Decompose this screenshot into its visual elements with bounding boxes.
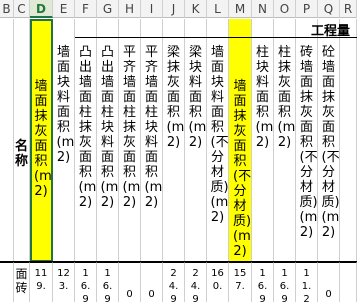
- column-header-h[interactable]: H: [119, 0, 141, 18]
- data-cell-r[interactable]: [340, 262, 357, 302]
- header-label: 梁块料面积(m2): [188, 45, 207, 150]
- cell-value: 0: [126, 289, 133, 300]
- header-cell-p[interactable]: 砖墙面抹灰面积(不分材质)(m2): [296, 19, 318, 262]
- header-label: 砼墙面抹灰面积(不分材质)(m2): [321, 45, 340, 240]
- column-header-k[interactable]: K: [185, 0, 207, 18]
- spreadsheet: BCDEFGHIJKLMNOPQR 名称 墙面抹灰面积(m2) 墙面块料面积(m2)…: [0, 0, 357, 305]
- data-cell-g[interactable]: 16.9: [97, 262, 119, 305]
- header-label: 凸出墙面柱抹灰面积(m2): [78, 45, 97, 210]
- cell-value: 24.9: [168, 268, 179, 305]
- header-label: 墙面抹灰面积(不分材质)(m2): [233, 79, 252, 259]
- column-header-m[interactable]: M: [229, 0, 252, 18]
- cell-value: 11.2: [301, 268, 312, 305]
- cell-value: 119.: [34, 268, 48, 292]
- header-cell-h[interactable]: 平齐墙面柱抹灰面积(m2): [119, 19, 141, 262]
- data-cell-o[interactable]: 16.9: [274, 262, 296, 305]
- data-cell-n[interactable]: 16.9: [252, 262, 274, 305]
- header-label: 墙面抹灰面积(m2): [34, 79, 52, 199]
- cell-value: 16.9: [102, 268, 113, 305]
- column-header-p[interactable]: P: [296, 0, 318, 18]
- column-header-d[interactable]: D: [30, 0, 53, 18]
- column-header-b[interactable]: B: [0, 0, 14, 18]
- header-label: 墙面块料面积(m2): [56, 45, 75, 165]
- header-cell-i[interactable]: 平齐墙面柱块料面积(m2): [141, 19, 163, 262]
- header-cell-l[interactable]: 墙面块料面积(不分材质)(m2): [207, 19, 229, 262]
- header-cell-c[interactable]: 名称: [14, 19, 30, 262]
- data-cell-l[interactable]: 160.: [207, 262, 229, 302]
- header-cell-m[interactable]: 墙面抹灰面积(不分材质)(m2): [229, 19, 252, 262]
- header-label: 名称: [14, 139, 28, 169]
- data-cell-e[interactable]: 123.: [53, 262, 75, 302]
- column-header-l[interactable]: L: [207, 0, 229, 18]
- data-cell-j[interactable]: 24.9: [163, 262, 185, 305]
- column-header-j[interactable]: J: [163, 0, 185, 18]
- column-header-g[interactable]: G: [97, 0, 119, 18]
- header-cell-r[interactable]: [340, 19, 357, 262]
- header-label: 梁抹灰面积(m2): [166, 45, 185, 150]
- column-header-c[interactable]: C: [14, 0, 30, 18]
- header-label: 平齐墙面柱抹灰面积(m2): [122, 45, 141, 210]
- column-header-f[interactable]: F: [75, 0, 97, 18]
- header-label: 柱抹灰面积(m2): [277, 45, 296, 150]
- header-label: 凸出墙面柱块料面积(m2): [100, 45, 119, 210]
- header-cell-k[interactable]: 梁块料面积(m2): [185, 19, 207, 262]
- cell-value: 24.9: [190, 268, 201, 305]
- column-header-n[interactable]: N: [252, 0, 274, 18]
- header-cell-j[interactable]: 梁抹灰面积(m2): [163, 19, 185, 262]
- data-cell-q[interactable]: 0: [318, 262, 340, 302]
- data-cell-b[interactable]: [0, 262, 14, 302]
- header-cell-g[interactable]: 凸出墙面柱块料面积(m2): [97, 19, 119, 262]
- cell-value: 123.: [57, 268, 70, 292]
- header-cell-q[interactable]: 砼墙面抹灰面积(不分材质)(m2): [318, 19, 340, 262]
- header-cell-b[interactable]: [0, 19, 14, 262]
- column-header-e[interactable]: E: [53, 0, 75, 18]
- column-header-o[interactable]: O: [274, 0, 296, 18]
- data-cell-m[interactable]: 157.: [229, 262, 252, 302]
- cell-value: 0: [148, 289, 155, 300]
- column-header-q[interactable]: Q: [318, 0, 340, 18]
- header-cell-e[interactable]: 墙面块料面积(m2): [53, 19, 75, 262]
- data-cell-h[interactable]: 0: [119, 262, 141, 302]
- column-header-i[interactable]: I: [141, 0, 163, 18]
- group-underline: [75, 37, 357, 38]
- column-header-r[interactable]: R: [340, 0, 357, 18]
- cell-value: 16.9: [257, 268, 268, 305]
- header-label: 平齐墙面柱块料面积(m2): [144, 45, 163, 210]
- data-cell-c[interactable]: 面砖: [14, 262, 30, 302]
- cell-value: 160.: [211, 268, 224, 292]
- header-cell-d[interactable]: 墙面抹灰面积(m2): [30, 19, 53, 262]
- header-label: 柱块料面积(m2): [255, 45, 274, 150]
- cell-value: 面砖: [15, 267, 28, 295]
- header-cell-n[interactable]: 柱块料面积(m2): [252, 19, 274, 262]
- cell-value: 16.9: [80, 268, 91, 305]
- data-cell-d[interactable]: 119.: [30, 262, 53, 302]
- cell-value: 0: [325, 289, 332, 300]
- data-cell-p[interactable]: 11.2: [296, 262, 318, 305]
- data-cell-k[interactable]: 24.9: [185, 262, 207, 305]
- cell-value: 16.9: [279, 268, 290, 305]
- header-cell-o[interactable]: 柱抹灰面积(m2): [274, 19, 296, 262]
- header-label: 墙面块料面积(不分材质)(m2): [210, 45, 229, 225]
- data-cell-i[interactable]: 0: [141, 262, 163, 302]
- cell-value: 157.: [233, 268, 247, 292]
- header-cell-f[interactable]: 凸出墙面柱抹灰面积(m2): [75, 19, 97, 262]
- data-cell-f[interactable]: 16.9: [75, 262, 97, 305]
- header-label: 砖墙面抹灰面积(不分材质)(m2): [299, 45, 318, 240]
